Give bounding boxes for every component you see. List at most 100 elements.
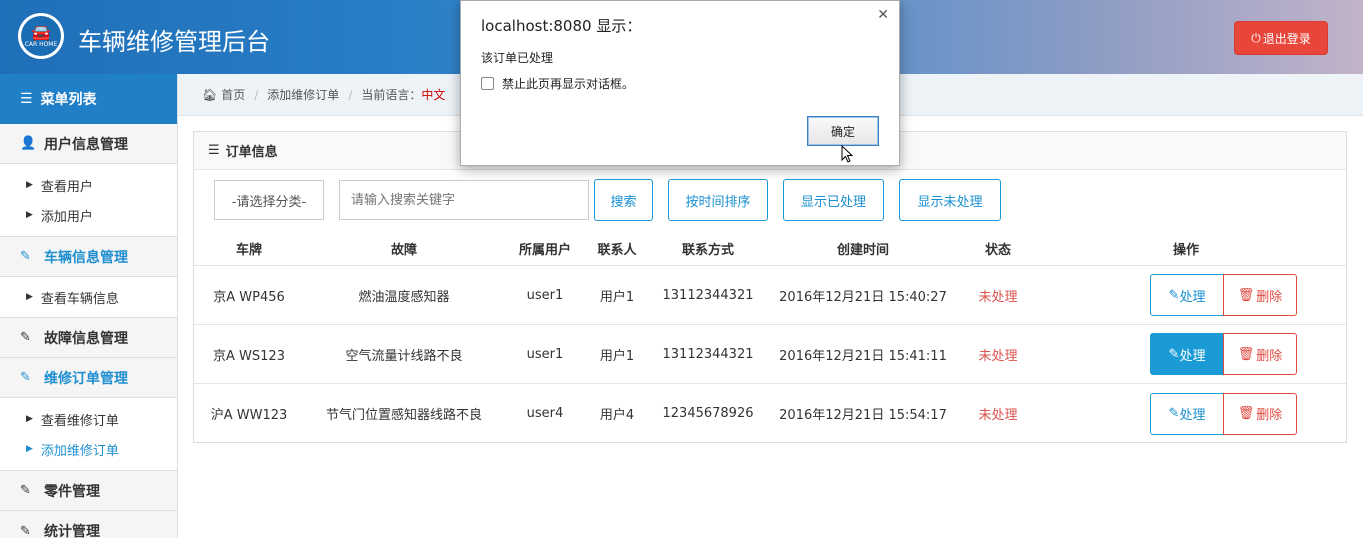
sidebar-group-parts[interactable]: ✎ 零件管理 — [0, 471, 177, 511]
sidebar-group-label: 维修订单管理 — [44, 370, 128, 387]
caret-right-icon: ▶ — [26, 292, 33, 302]
column-header: 所属用户 — [518, 243, 571, 258]
delete-button[interactable]: 🗑︎ 删除 — [1223, 392, 1297, 435]
show-unprocessed-button[interactable]: 显示未处理 — [899, 179, 1001, 221]
sidebar-group-vehicle[interactable]: ✎ 车辆信息管理 — [0, 237, 177, 277]
dialog-title: localhost:8080 显示： — [481, 17, 642, 35]
column-header: 车牌 — [235, 243, 262, 258]
sidebar: ☰ 菜单列表 👤 用户信息管理 ▶ 查看用户 ▶ 添加用户 ✎ 车辆信息管理 ▶… — [0, 74, 178, 538]
delete-button[interactable]: 🗑︎ 删除 — [1223, 274, 1297, 316]
user-icon: 👤 — [20, 136, 37, 151]
cell-plate: 京A WP456 — [213, 289, 285, 305]
handle-button[interactable]: ✎ 处理 — [1150, 333, 1224, 375]
edit-icon: ✎ — [1168, 406, 1180, 421]
cell-phone: 13112344321 — [662, 346, 754, 362]
edit-icon: ✎ — [20, 370, 31, 385]
logout-button[interactable]: ⏻ 退出登录 — [1234, 21, 1328, 55]
category-select[interactable]: -请选择分类- — [214, 180, 324, 220]
delete-button[interactable]: 🗑︎ 删除 — [1223, 333, 1297, 375]
order-panel: ☰ 订单信息 -请选择分类- 搜索 按时间排序 显示已处理 显示未处理 车牌 故… — [193, 131, 1347, 443]
cell-plate: 沪A WW123 — [210, 408, 288, 423]
cell-user: user1 — [526, 346, 564, 362]
sidebar-item-view-orders[interactable]: ▶ 查看维修订单 — [0, 404, 177, 434]
edit-icon: ✎ — [20, 523, 31, 538]
sidebar-group-label: 车辆信息管理 — [44, 249, 128, 266]
handle-button[interactable]: ✎ 处理 — [1150, 392, 1224, 435]
car-icon: 🚘 — [31, 22, 51, 42]
edit-icon: ✎ — [1168, 346, 1180, 362]
sidebar-group-label: 用户信息管理 — [44, 136, 128, 153]
sidebar-group-user[interactable]: 👤 用户信息管理 — [0, 124, 177, 164]
sort-by-time-button[interactable]: 按时间排序 — [668, 179, 768, 221]
edit-icon: ✎ — [20, 483, 31, 498]
handle-button[interactable]: ✎ 处理 — [1150, 274, 1224, 316]
suppress-dialogs-option[interactable]: 禁止此页再显示对话框。 — [481, 75, 634, 92]
edit-icon: ✎ — [20, 330, 31, 345]
delete-label: 删除 — [1256, 408, 1283, 423]
sidebar-group-fault[interactable]: ✎ 故障信息管理 — [0, 318, 177, 358]
edit-icon: ✎ — [20, 249, 31, 264]
sidebar-item-add-order[interactable]: ▶ 添加维修订单 — [0, 434, 177, 464]
caret-right-icon: ▶ — [26, 210, 33, 220]
column-header: 创建时间 — [836, 243, 889, 258]
show-processed-button[interactable]: 显示已处理 — [783, 179, 884, 221]
trash-icon: 🗑︎ — [1237, 287, 1255, 303]
cell-fault: 燃油温度感知器 — [358, 289, 450, 305]
car-home-logo: 🚘 CAR HOME — [18, 13, 64, 59]
sidebar-title: ☰ 菜单列表 — [0, 74, 177, 124]
cell-status: 未处理 — [978, 348, 1018, 364]
alert-dialog: localhost:8080 显示： ✕ 该订单已处理 禁止此页再显示对话框。 … — [460, 0, 900, 166]
breadcrumb-lang-value[interactable]: 中文 — [421, 86, 445, 103]
sidebar-group-label: 故障信息管理 — [44, 330, 128, 347]
cell-actions: ✎ 处理 🗑︎ 删除 — [1038, 392, 1334, 435]
mouse-cursor-icon — [841, 145, 853, 163]
sidebar-group-repair-order[interactable]: ✎ 维修订单管理 — [0, 358, 177, 398]
caret-right-icon: ▶ — [26, 180, 33, 190]
column-header: 状态 — [984, 243, 1011, 258]
table-row: 京A WS123 空气流量计线路不良 user1 用户1 13112344321… — [194, 325, 1346, 384]
sidebar-submenu-repair-order: ▶ 查看维修订单 ▶ 添加维修订单 — [0, 398, 177, 471]
logout-label: 退出登录 — [1262, 31, 1311, 46]
delete-label: 删除 — [1256, 348, 1283, 364]
search-button[interactable]: 搜索 — [594, 179, 653, 221]
breadcrumb-separator: / — [348, 87, 353, 102]
sidebar-submenu-user: ▶ 查看用户 ▶ 添加用户 — [0, 164, 177, 237]
sidebar-group-stats[interactable]: ✎ 统计管理 — [0, 511, 177, 538]
app-title: 车辆维修管理后台 — [78, 28, 270, 56]
cell-fault: 空气流量计线路不良 — [345, 348, 463, 364]
cell-actions: ✎ 处理 🗑︎ 删除 — [1038, 333, 1334, 375]
dialog-message: 该订单已处理 — [481, 51, 554, 65]
sidebar-item-view-users[interactable]: ▶ 查看用户 — [0, 170, 177, 200]
column-header: 操作 — [1172, 243, 1199, 258]
cell-fault: 节气门位置感知器线路不良 — [325, 408, 482, 423]
power-icon: ⏻ — [1251, 30, 1261, 45]
column-header: 故障 — [390, 243, 417, 258]
breadcrumb-page[interactable]: 添加维修订单 — [267, 86, 339, 103]
sidebar-item-view-vehicles[interactable]: ▶ 查看车辆信息 — [0, 282, 177, 312]
table-header-row: 车牌 故障 所属用户 联系人 联系方式 创建时间 状态 操作 — [194, 232, 1346, 266]
search-input[interactable] — [339, 180, 589, 220]
delete-label: 删除 — [1256, 289, 1283, 305]
close-icon[interactable]: ✕ — [877, 7, 889, 23]
handle-label: 处理 — [1179, 408, 1206, 423]
cell-contact: 用户1 — [599, 289, 635, 305]
breadcrumb-home[interactable]: 首页 — [221, 86, 245, 103]
sidebar-item-label: 添加用户 — [40, 209, 93, 225]
edit-icon: ✎ — [1168, 287, 1180, 303]
sidebar-item-label: 查看维修订单 — [40, 413, 119, 429]
sidebar-group-label: 统计管理 — [44, 524, 100, 538]
cell-created: 2016年12月21日 15:40:27 — [779, 289, 947, 305]
suppress-dialogs-checkbox[interactable] — [481, 77, 494, 90]
sidebar-item-add-user[interactable]: ▶ 添加用户 — [0, 200, 177, 230]
dialog-ok-button[interactable]: 确定 — [807, 116, 879, 146]
menu-icon: ☰ — [208, 143, 220, 158]
cell-status: 未处理 — [978, 289, 1018, 305]
sidebar-title-label: 菜单列表 — [40, 92, 97, 108]
sidebar-item-label: 添加维修订单 — [40, 443, 119, 459]
table-row: 京A WP456 燃油温度感知器 user1 用户1 13112344321 2… — [194, 266, 1346, 325]
cell-created: 2016年12月21日 15:41:11 — [779, 348, 947, 364]
toolbar: -请选择分类- 搜索 按时间排序 显示已处理 显示未处理 — [214, 179, 1001, 221]
panel-title: 订单信息 — [225, 145, 278, 160]
cell-phone: 13112344321 — [662, 287, 754, 303]
sidebar-item-label: 查看车辆信息 — [40, 291, 119, 307]
